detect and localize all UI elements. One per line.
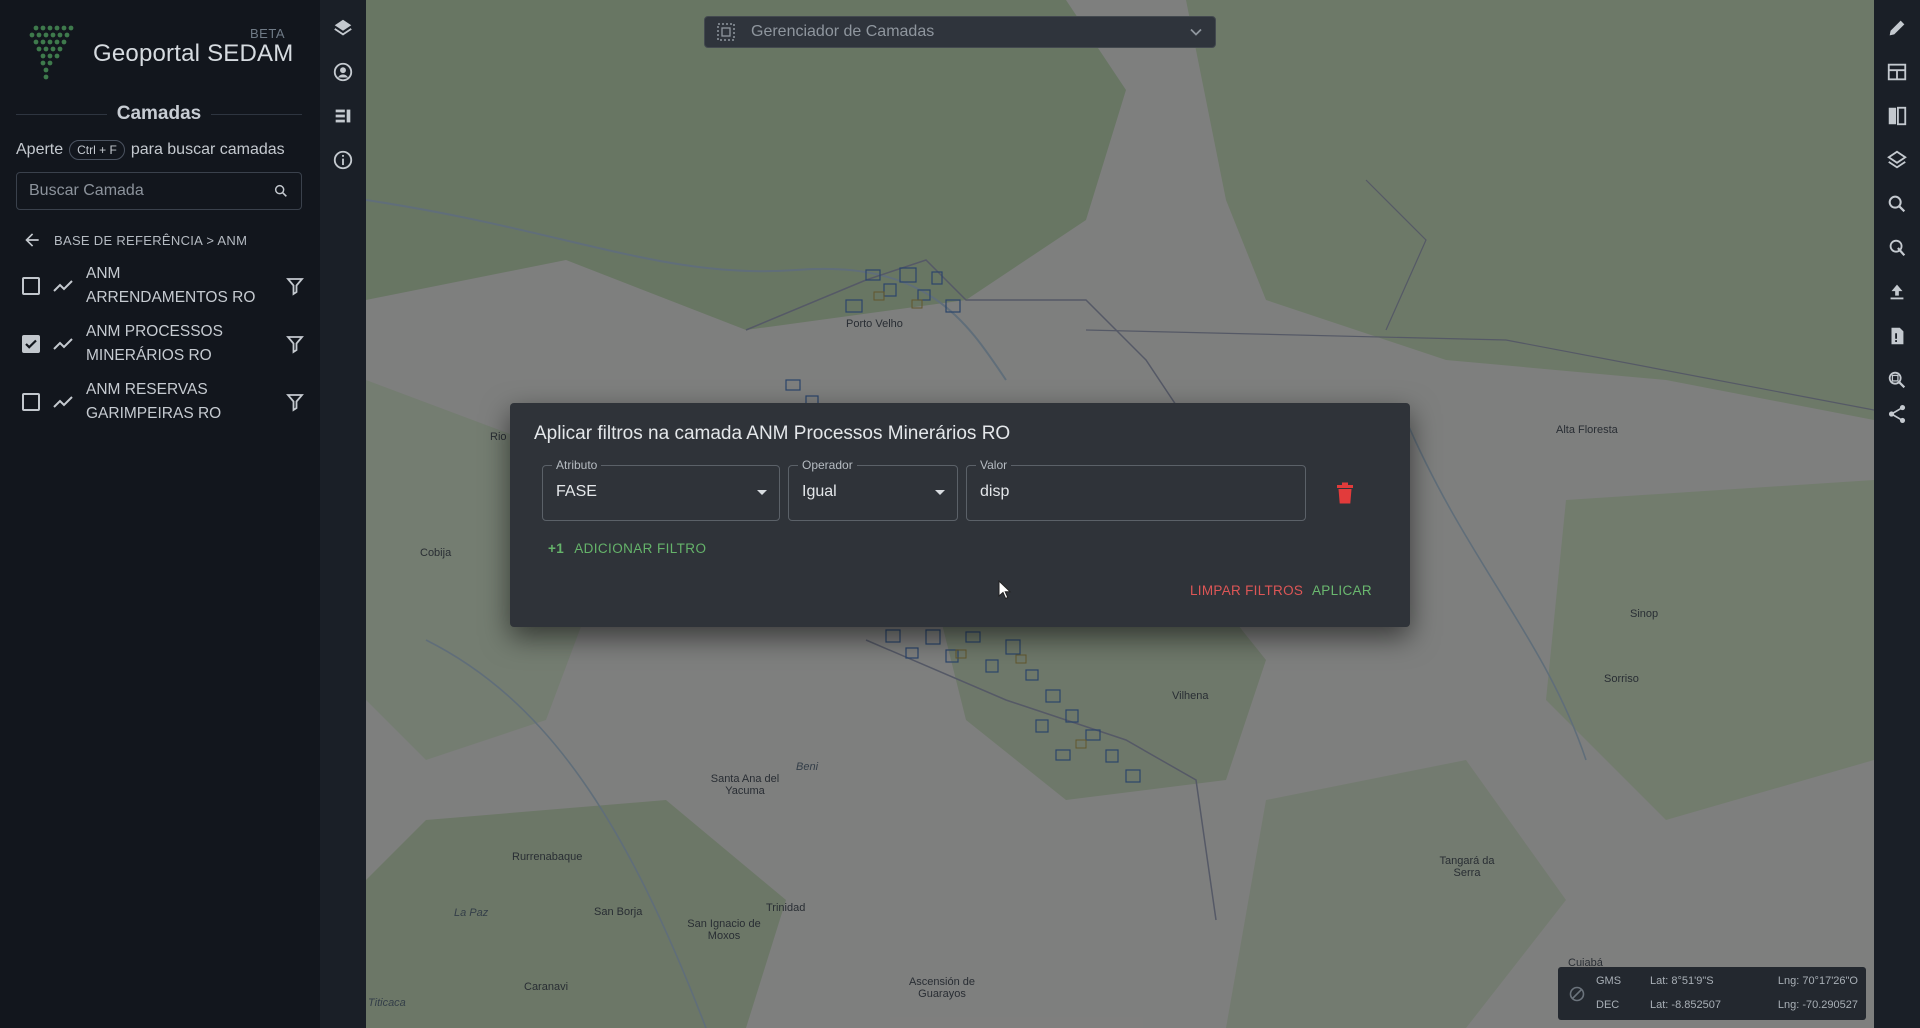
- coordinates-panel: GMS Lat: 8°51'9"S Lng: 70°17'26"O DEC La…: [1558, 967, 1866, 1020]
- chevron-down-icon[interactable]: [1189, 25, 1203, 39]
- coords-dec-row: DEC Lat: -8.852507 Lng: -70.290527: [1596, 999, 1858, 1015]
- hint-suffix: para buscar camadas: [130, 141, 285, 158]
- compare-icon[interactable]: [1886, 105, 1908, 127]
- operator-select[interactable]: Operador Igual: [788, 458, 958, 521]
- layer-checkbox[interactable]: [22, 335, 40, 353]
- line-layer-icon: [53, 338, 73, 350]
- filter-icon[interactable]: [286, 276, 304, 296]
- divider: [16, 113, 107, 115]
- attribute-value: FASE: [556, 483, 597, 500]
- add-filter-label: ADICIONAR FILTRO: [574, 541, 707, 556]
- operator-value: Igual: [802, 483, 837, 500]
- zoom-area-icon[interactable]: [1886, 369, 1908, 391]
- layer-checkbox[interactable]: [22, 277, 40, 295]
- layer-manager-label: Gerenciador de Camadas: [751, 23, 935, 40]
- panel-title: Camadas: [16, 102, 302, 126]
- right-toolbar: [1874, 0, 1920, 1028]
- layers-icon[interactable]: [332, 17, 354, 39]
- coords-gms-lng: Lng: 70°17'26"O: [1777, 975, 1858, 987]
- filter-dialog: Aplicar filtros na camada ANM Processos …: [510, 403, 1410, 627]
- plus-one-icon: +1: [548, 541, 565, 556]
- dialog-title: Aplicar filtros na camada ANM Processos …: [534, 423, 1011, 444]
- geoportal-logo-icon: [29, 25, 74, 80]
- coords-dec-lat: Lat: -8.852507: [1650, 999, 1721, 1011]
- layer-item[interactable]: ANM RESERVAS GARIMPEIRAS RO: [22, 374, 304, 430]
- account-icon[interactable]: [332, 61, 354, 83]
- caret-down-icon: [757, 490, 767, 495]
- table-icon[interactable]: [1886, 61, 1908, 83]
- breadcrumb[interactable]: BASE DE REFERÊNCIA > ANM: [22, 230, 247, 250]
- trash-icon[interactable]: [1336, 482, 1354, 504]
- coords-dec-label: DEC: [1596, 999, 1620, 1011]
- coords-gms-lat: Lat: 8°51'9"S: [1650, 975, 1714, 987]
- value-input[interactable]: disp: [980, 483, 1009, 501]
- line-layer-icon: [53, 396, 73, 408]
- pencil-icon[interactable]: [1886, 17, 1908, 39]
- search-icon[interactable]: [273, 183, 289, 199]
- search-icon[interactable]: [1886, 193, 1908, 215]
- dotted-select-icon: [717, 23, 735, 41]
- share-icon[interactable]: [1886, 403, 1908, 425]
- divider: [211, 113, 302, 115]
- layer-label: ANM PROCESSOS MINERÁRIOS RO: [86, 323, 223, 364]
- operator-label: Operador: [798, 458, 857, 472]
- layer-label: ANM RESERVAS GARIMPEIRAS RO: [86, 381, 222, 422]
- upload-icon[interactable]: [1886, 281, 1908, 303]
- line-layer-icon: [53, 280, 73, 292]
- mouse-cursor-icon: [998, 580, 1012, 600]
- layer-label: ANM ARRENDAMENTOS RO: [86, 265, 256, 306]
- shortcut-chip: Ctrl + F: [69, 140, 125, 160]
- layer-item[interactable]: ANM ARRENDAMENTOS RO: [22, 258, 304, 314]
- filter-icon[interactable]: [286, 392, 304, 412]
- hint-prefix: Aperte: [16, 141, 64, 158]
- clear-filters-button[interactable]: LIMPAR FILTROS: [1190, 583, 1303, 598]
- layer-search[interactable]: [16, 172, 302, 210]
- layers-sidebar: Geoportal SEDAM BETA Camadas Aperte Ctrl…: [0, 0, 320, 1028]
- crosshair-icon[interactable]: [1568, 985, 1586, 1003]
- layer-checkbox[interactable]: [22, 393, 40, 411]
- brand[interactable]: Geoportal SEDAM BETA: [28, 22, 298, 82]
- value-label: Valor: [976, 458, 1012, 472]
- arrow-back-icon[interactable]: [22, 230, 42, 250]
- value-field[interactable]: Valor disp: [966, 458, 1306, 521]
- icon-rail: [320, 0, 366, 1028]
- coords-gms-label: GMS: [1596, 975, 1622, 987]
- layer-search-input[interactable]: [29, 182, 273, 200]
- add-filter-button[interactable]: +1 ADICIONAR FILTRO: [548, 541, 706, 556]
- apply-button[interactable]: APLICAR: [1312, 583, 1372, 598]
- panel-title-text: Camadas: [116, 103, 202, 124]
- info-icon[interactable]: [332, 149, 354, 171]
- coords-dec-lng: Lng: -70.290527: [1777, 999, 1858, 1011]
- attribute-select[interactable]: Atributo FASE: [542, 458, 780, 521]
- search-hint: Aperte Ctrl + F para buscar camadas: [16, 140, 285, 160]
- coords-gms-row: GMS Lat: 8°51'9"S Lng: 70°17'26"O: [1596, 975, 1858, 991]
- check-icon: [25, 339, 37, 349]
- breadcrumb-path: BASE DE REFERÊNCIA > ANM: [54, 232, 248, 248]
- caret-down-icon: [935, 490, 945, 495]
- identify-icon[interactable]: [1886, 237, 1908, 259]
- brand-name: Geoportal SEDAM: [93, 40, 294, 67]
- legend-icon[interactable]: [332, 105, 354, 127]
- beta-badge: BETA: [250, 26, 285, 41]
- attribute-label: Atributo: [552, 458, 602, 472]
- report-icon[interactable]: [1886, 325, 1908, 347]
- stack-icon[interactable]: [1886, 149, 1908, 171]
- layer-manager-select[interactable]: Gerenciador de Camadas: [704, 16, 1216, 48]
- layer-item[interactable]: ANM PROCESSOS MINERÁRIOS RO: [22, 316, 304, 372]
- filter-icon[interactable]: [286, 334, 304, 354]
